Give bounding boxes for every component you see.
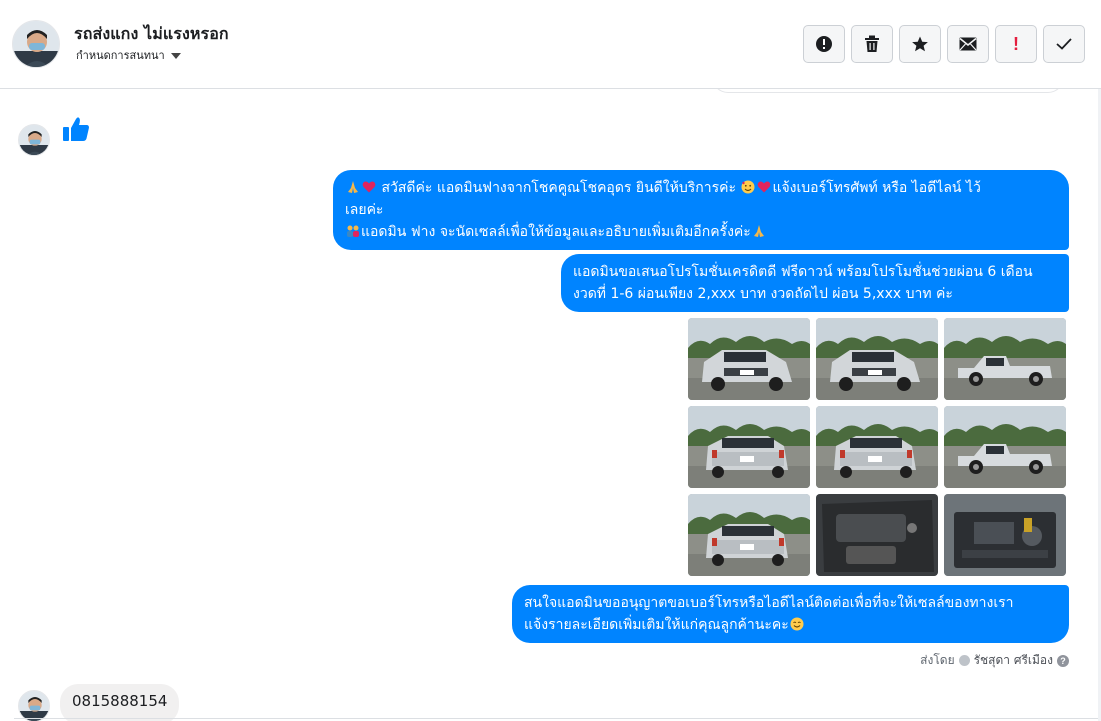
message-text: แอดมิน ฟาง จะนัดเซลล์เพื่อให้ข้อมูลและอธ… xyxy=(361,224,751,240)
mark-unread-button[interactable] xyxy=(947,25,989,63)
outgoing-message-greeting[interactable]: สวัสดีค่ะ แอดมินฟางจากโชคคูณโชคอุดร ยินด… xyxy=(333,170,1069,250)
photo-truck-side-right[interactable] xyxy=(944,406,1066,488)
thumbs-up-icon xyxy=(62,116,90,146)
praying-hands-icon xyxy=(753,225,764,237)
photo-image xyxy=(816,406,938,488)
smiling-face-icon xyxy=(790,617,804,631)
photo-image xyxy=(688,318,810,400)
photo-truck-front-left[interactable] xyxy=(688,318,810,400)
trash-icon xyxy=(865,35,879,52)
outgoing-message-request-contact[interactable]: สนใจแอดมินขออนุญาตขอเบอร์โทรหรือไอดีไลน์… xyxy=(512,585,1069,643)
photo-attachment-grid xyxy=(688,318,1068,576)
important-icon: ! xyxy=(1013,33,1019,54)
star-button[interactable] xyxy=(899,25,941,63)
photo-image xyxy=(944,406,1066,488)
contact-name: รถส่งแกง ไม่แรงหรอก xyxy=(74,24,229,43)
message-line: แจ้งรายละเอียดเพิ่มเติมให้แก่คุณลูกค้านะ… xyxy=(524,614,1057,636)
photo-image xyxy=(688,494,810,576)
message-line: แอดมิน ฟาง จะนัดเซลล์เพื่อให้ข้อมูลและอธ… xyxy=(345,221,1057,243)
photo-truck-front[interactable] xyxy=(816,318,938,400)
outgoing-message-promotion[interactable]: แอดมินขอเสนอโปรโมชั่นเครดิตดี ฟรีดาวน์ พ… xyxy=(561,254,1069,312)
message-line: สวัสดีค่ะ แอดมินฟางจากโชคคูณโชคอุดร ยินด… xyxy=(345,177,1057,199)
message-text: สวัสดีค่ะ แอดมินฟางจากโชคคูณโชคอุดร ยินด… xyxy=(381,180,736,196)
sent-by-label: ส่งโดย xyxy=(920,653,955,667)
conversation-header: รถส่งแกง ไม่แรงหรอก กำหนดการสนทนา ! xyxy=(0,0,1101,89)
message-line: แอดมินขอเสนอโปรโมชั่นเครดิตดี ฟรีดาวน์ พ… xyxy=(573,264,1033,280)
done-button[interactable] xyxy=(1043,25,1085,63)
contact-avatar-small[interactable] xyxy=(18,124,50,156)
message-line: เลยค่ะ xyxy=(345,202,384,218)
envelope-icon xyxy=(959,37,977,51)
sent-by-line: ส่งโดย รัชสุดา ศรีเมือง ? xyxy=(920,651,1069,670)
red-heart-icon xyxy=(758,181,771,193)
photo-truck-rear-left[interactable] xyxy=(688,406,810,488)
photo-image xyxy=(944,494,1066,576)
contact-avatar-small[interactable] xyxy=(18,690,50,721)
red-heart-icon xyxy=(362,181,376,193)
previous-message-edge xyxy=(712,89,1064,93)
message-text: แจ้งเบอร์โทรศัพท์ หรือ ไอดีไลน์ ไว้ xyxy=(772,180,981,196)
praying-hands-icon xyxy=(348,181,358,193)
conversation-schedule-dropdown[interactable]: กำหนดการสนทนา xyxy=(76,46,181,64)
messenger-conversation: รถส่งแกง ไม่แรงหรอก กำหนดการสนทนา ! สวัส… xyxy=(0,0,1101,721)
message-line: สนใจแอดมินขออนุญาตขอเบอร์โทรหรือไอดีไลน์… xyxy=(524,595,1014,611)
photo-image xyxy=(688,406,810,488)
message-line: งวดที่ 1-6 ผ่อนเพียง 2,xxx บาท งวดถัดไป … xyxy=(573,286,953,302)
help-icon[interactable]: ? xyxy=(1057,654,1069,667)
message-text: แจ้งรายละเอียดเพิ่มเติมให้แก่คุณลูกค้านะ… xyxy=(524,617,789,633)
conversation-schedule-label: กำหนดการสนทนา xyxy=(76,49,165,62)
message-thread[interactable]: สวัสดีค่ะ แอดมินฟางจากโชคคูณโชคอุดร ยินด… xyxy=(0,89,1101,721)
report-icon xyxy=(816,36,832,52)
photo-truck-rear-left-2[interactable] xyxy=(688,494,810,576)
sent-by-name[interactable]: รัชสุดา ศรีเมือง xyxy=(974,651,1053,670)
photo-engine-bay[interactable] xyxy=(944,494,1066,576)
photo-image xyxy=(816,494,938,576)
photo-door-interior[interactable] xyxy=(816,494,938,576)
check-icon xyxy=(1056,38,1072,50)
photo-image xyxy=(944,318,1066,400)
star-icon xyxy=(912,36,928,52)
people-icon xyxy=(347,225,359,237)
report-button[interactable] xyxy=(803,25,845,63)
user-badge-icon xyxy=(958,655,970,666)
delete-button[interactable] xyxy=(851,25,893,63)
incoming-message-phone[interactable]: 0815888154 xyxy=(60,684,180,721)
header-toolbar: ! xyxy=(803,25,1085,63)
photo-truck-rear[interactable] xyxy=(816,406,938,488)
photo-truck-side-left[interactable] xyxy=(944,318,1066,400)
composer-divider xyxy=(14,718,1101,719)
photo-image xyxy=(816,318,938,400)
important-button[interactable]: ! xyxy=(995,25,1037,63)
smiling-face-with-hearts-icon xyxy=(741,180,755,194)
contact-avatar[interactable] xyxy=(12,20,60,68)
caret-down-icon xyxy=(170,52,181,59)
